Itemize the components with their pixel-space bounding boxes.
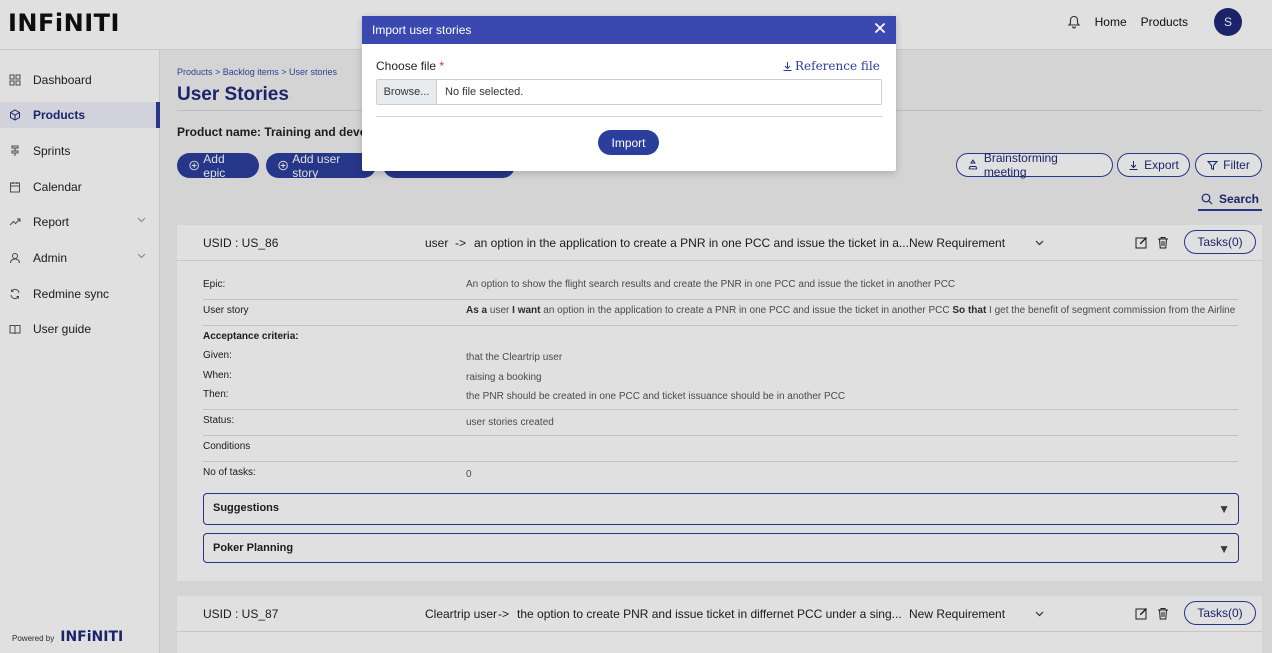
file-status: No file selected.	[445, 86, 524, 98]
file-input[interactable]: Browse... No file selected.	[376, 79, 882, 105]
reference-file-text: Reference file	[795, 59, 880, 73]
choose-file-label: Choose file *	[376, 59, 444, 73]
divider	[376, 116, 882, 117]
choose-file-text: Choose file	[376, 59, 437, 73]
import-button[interactable]: Import	[598, 130, 659, 155]
modal-header: Import user stories	[362, 16, 896, 44]
download-icon	[783, 61, 792, 71]
required-mark: *	[439, 59, 445, 73]
import-user-stories-modal: Import user stories Choose file * Refere…	[362, 16, 896, 171]
reference-file-link[interactable]: Reference file	[782, 59, 880, 73]
modal-title: Import user stories	[372, 23, 472, 37]
browse-button[interactable]: Browse...	[377, 80, 437, 104]
close-icon[interactable]	[874, 22, 886, 34]
